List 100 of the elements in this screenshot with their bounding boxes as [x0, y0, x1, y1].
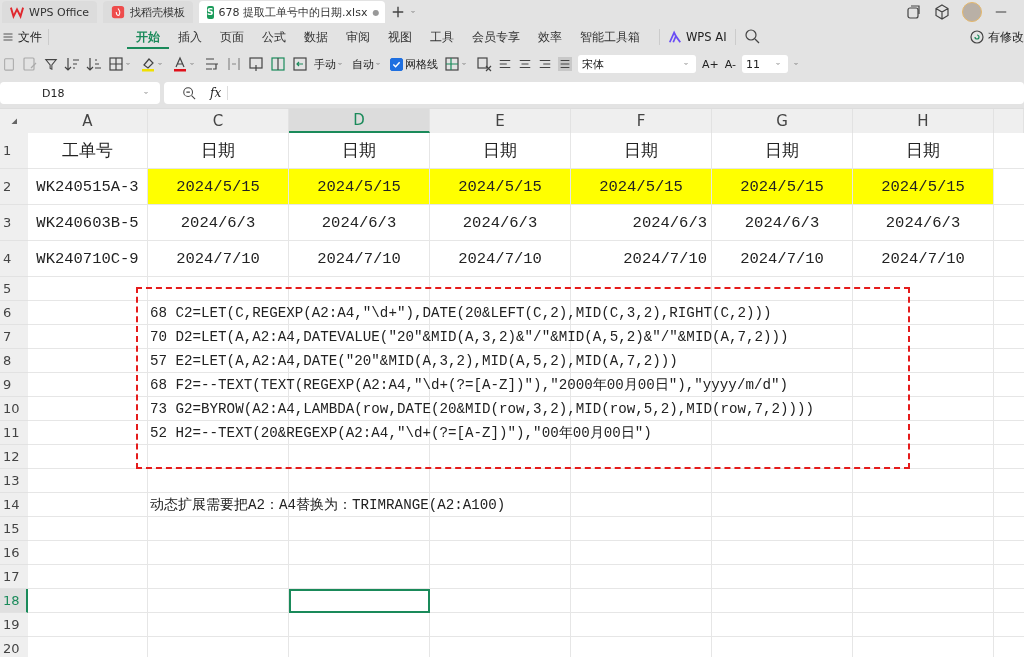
font-dropdown[interactable]: 宋体 — [578, 55, 696, 73]
ribbon-tab[interactable]: 智能工具箱 — [571, 25, 649, 49]
gridlines-label: 网格线 — [405, 56, 438, 72]
table-cell: 2024/5/15 — [430, 169, 571, 205]
spreadsheet-icon: S — [207, 5, 214, 19]
cube-icon[interactable] — [934, 4, 950, 20]
clear-format-icon[interactable] — [476, 56, 492, 72]
window-tab[interactable]: S 678 提取工单号中的日期.xlsx ● — [199, 1, 386, 23]
ribbon-tab[interactable]: 公式 — [253, 25, 295, 49]
row-header[interactable]: 19 — [0, 613, 28, 637]
filter-icon[interactable] — [44, 56, 58, 72]
fill-color-icon[interactable] — [140, 56, 156, 72]
table-cell: 2024/6/3 — [148, 205, 289, 241]
row-header[interactable]: 10 — [0, 397, 28, 421]
table-cell: 2024/6/3 — [853, 205, 994, 241]
row-header[interactable]: 14 — [0, 493, 28, 517]
table-cell: 2024/7/10 — [148, 241, 289, 277]
merge-cells-icon[interactable] — [226, 56, 242, 72]
row-header[interactable]: 20 — [0, 637, 28, 657]
formula-note: 57 E2=LET(A,A2:A4,DATE("20"&MID(A,3,2),MID(A,5,2),MID(A,7,2))) — [150, 352, 678, 369]
flame-icon — [111, 4, 126, 20]
add-tab-icon[interactable] — [391, 4, 406, 20]
row-header[interactable]: 4 — [0, 241, 28, 277]
table-cell: WK240710C-9 — [28, 241, 148, 277]
row-header[interactable]: 6 — [0, 301, 28, 325]
column-header[interactable]: F — [571, 109, 712, 133]
table-cell: 2024/6/3 — [712, 205, 853, 241]
row-header[interactable]: 3 — [0, 205, 28, 241]
row-header[interactable]: 12 — [0, 445, 28, 469]
wrap-text-icon[interactable] — [204, 56, 220, 72]
row-header[interactable]: 7 — [0, 325, 28, 349]
ribbon-tab[interactable]: 视图 — [379, 25, 421, 49]
column-header[interactable]: A — [28, 109, 148, 133]
window-tab[interactable]: WPS Office — [2, 1, 98, 23]
table-cell: 2024/5/15 — [289, 169, 430, 205]
formula-note: 动态扩展需要把A2：A4替换为：TRIMRANGE(A2:A100) — [150, 496, 506, 514]
row-header[interactable]: 15 — [0, 517, 28, 541]
column-header[interactable]: G — [712, 109, 853, 133]
freeze-panes-icon[interactable] — [444, 56, 460, 72]
row-header[interactable]: 16 — [0, 541, 28, 565]
font-size-dropdown[interactable]: 11 — [742, 55, 788, 73]
formula-note: 52 H2=--TEXT(20&REGEXP(A2:A4,"\d+(?=[A-Z])"),"00年00月00日") — [150, 424, 652, 442]
search-icon[interactable] — [743, 27, 760, 44]
grow-font-button[interactable]: A+ — [702, 57, 719, 71]
borders-icon[interactable] — [108, 56, 124, 72]
ribbon-tab[interactable]: 工具 — [421, 25, 463, 49]
window-tab[interactable]: 找稻壳模板 — [103, 1, 194, 23]
table-cell: 2024/5/15 — [853, 169, 994, 205]
wps-ai-button[interactable]: WPS AI — [686, 30, 727, 44]
table-cell: 2024/7/10 — [430, 241, 571, 277]
row-header[interactable]: 17 — [0, 565, 28, 589]
column-header[interactable]: H — [853, 109, 994, 133]
column-header[interactable]: E — [430, 109, 571, 133]
autofit-dropdown[interactable]: 自动 — [352, 56, 384, 72]
ribbon-tab[interactable]: 会员专享 — [463, 25, 529, 49]
table-cell: 2024/7/10 — [712, 241, 853, 277]
table-cell: 2024/5/15 — [571, 169, 712, 205]
ribbon-tab[interactable]: 插入 — [169, 25, 211, 49]
formula-field[interactable]: fx — [164, 82, 1024, 104]
row-header[interactable]: 1 — [0, 133, 28, 169]
ribbon-tab[interactable]: 效率 — [529, 25, 571, 49]
file-menu[interactable]: 文件 — [18, 29, 42, 45]
window-copy-icon[interactable] — [906, 4, 922, 20]
formula-note: 73 G2=BYROW(A2:A4,LAMBDA(row,DATE(20&MID(row,3,2),MID(row,5,2),MID(row,7,2)))) — [150, 400, 815, 417]
row-header[interactable]: 11 — [0, 421, 28, 445]
formula-note: 68 F2=--TEXT(TEXT(REGEXP(A2:A4,"\d+(?=[A-Z])"),"2000年00月00日"),"yyyy/m/d") — [150, 376, 788, 394]
row-header[interactable]: 5 — [0, 277, 28, 301]
ai-logo-icon — [668, 29, 682, 45]
sort-descending-icon[interactable] — [86, 56, 102, 72]
ribbon-tab[interactable]: 审阅 — [337, 25, 379, 49]
table-cell: 2024/5/15 — [712, 169, 853, 205]
table-cell: 2024/7/10 — [853, 241, 994, 277]
align-justify-icon[interactable] — [558, 56, 572, 72]
split-cells-icon[interactable] — [270, 56, 286, 72]
table-cell: 2024/6/3 — [571, 205, 712, 241]
ribbon-tab[interactable]: 页面 — [211, 25, 253, 49]
shrink-font-button[interactable]: A- — [724, 57, 736, 71]
ribbon-tab[interactable]: 数据 — [295, 25, 337, 49]
table-cell: 2024/7/10 — [571, 241, 712, 277]
insert-row-icon[interactable] — [248, 56, 264, 72]
unsaved-mark: ● — [372, 7, 380, 17]
table-cell: 2024/6/3 — [430, 205, 571, 241]
row-header[interactable]: 13 — [0, 469, 28, 493]
formula-note: 68 C2=LET(C,REGEXP(A2:A4,"\d+"),DATE(20&LEFT(C,2),MID(C,3,2),RIGHT(C,2))) — [150, 304, 772, 321]
font-color-icon[interactable] — [172, 56, 188, 72]
row-header[interactable]: 2 — [0, 169, 28, 205]
table-cell: WK240603B-5 — [28, 205, 148, 241]
wps-logo-icon — [10, 4, 24, 20]
row-height-dropdown[interactable]: 手动 — [314, 56, 346, 72]
cloud-sync-icon[interactable] — [969, 29, 985, 45]
row-header[interactable]: 8 — [0, 349, 28, 373]
save-status[interactable]: 有修改 — [988, 29, 1024, 45]
gridlines-checkbox[interactable] — [390, 57, 403, 71]
zoom-icon[interactable] — [182, 85, 196, 101]
active-cell[interactable] — [289, 589, 430, 613]
name-box[interactable]: D18 — [0, 82, 160, 104]
column-header[interactable]: C — [148, 109, 289, 133]
sort-ascending-icon[interactable] — [64, 56, 80, 72]
row-header[interactable]: 9 — [0, 373, 28, 397]
formula-note: 70 D2=LET(A,A2:A4,DATEVALUE("20"&MID(A,3,2)&"/"&MID(A,5,2)&"/"&MID(A,7,2))) — [150, 328, 789, 345]
